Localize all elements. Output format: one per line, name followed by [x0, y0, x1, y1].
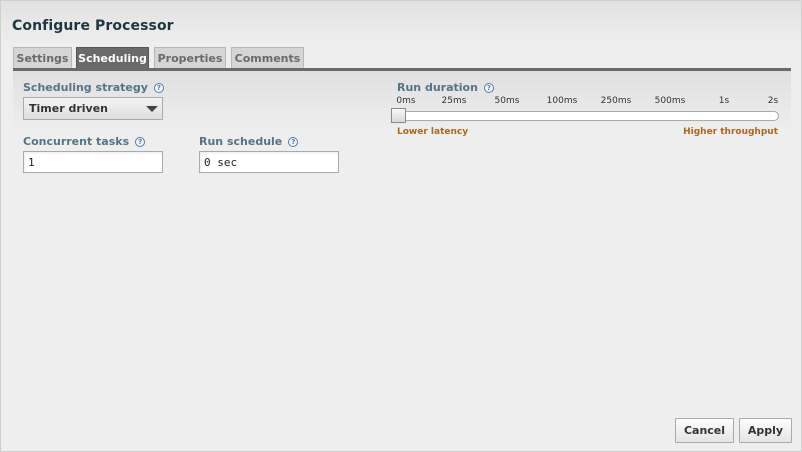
run-duration-slider[interactable]: [393, 111, 779, 121]
run-schedule-input[interactable]: 0 sec: [199, 151, 339, 173]
scheduling-strategy-label: Scheduling strategy?: [23, 81, 164, 94]
tab-settings[interactable]: Settings: [13, 47, 72, 69]
run-duration-tick: 25ms: [441, 96, 467, 106]
run-duration-tick: 50ms: [494, 96, 520, 106]
dialog-title: Configure Processor: [12, 18, 174, 34]
help-icon[interactable]: ?: [288, 137, 299, 147]
help-icon[interactable]: ?: [135, 137, 146, 147]
apply-button[interactable]: Apply: [739, 418, 792, 443]
run-duration-tick: 500ms: [654, 96, 686, 106]
tab-scheduling[interactable]: Scheduling: [76, 47, 149, 69]
run-duration-tick: 100ms: [546, 96, 578, 106]
run-duration-label: Run duration?: [397, 81, 494, 94]
configure-processor-dialog: Configure Processor Settings Scheduling …: [0, 0, 802, 452]
lower-latency-label: Lower latency: [397, 127, 469, 137]
higher-throughput-label: Higher throughput: [683, 127, 778, 137]
scheduling-strategy-select[interactable]: Timer driven: [23, 97, 163, 120]
concurrent-tasks-label: Concurrent tasks?: [23, 135, 146, 148]
run-duration-text: Run duration: [397, 81, 478, 94]
concurrent-tasks-input[interactable]: 1: [23, 151, 163, 173]
run-schedule-text: Run schedule: [199, 135, 283, 148]
help-icon[interactable]: ?: [483, 83, 494, 93]
run-duration-tick: 0ms: [396, 96, 416, 106]
run-duration-tick: 2s: [767, 96, 779, 106]
run-schedule-label: Run schedule?: [199, 135, 299, 148]
run-duration-tick: 1s: [718, 96, 730, 106]
run-duration-tick: 250ms: [600, 96, 632, 106]
scheduling-strategy-value: Timer driven: [29, 102, 108, 115]
run-duration-slider-handle[interactable]: [391, 108, 406, 123]
help-icon[interactable]: ?: [153, 83, 164, 93]
tab-properties[interactable]: Properties: [154, 47, 226, 69]
concurrent-tasks-text: Concurrent tasks: [23, 135, 130, 148]
scheduling-strategy-text: Scheduling strategy: [23, 81, 148, 94]
tab-comments[interactable]: Comments: [231, 47, 304, 69]
cancel-button[interactable]: Cancel: [675, 418, 734, 443]
chevron-down-icon: [146, 106, 158, 112]
